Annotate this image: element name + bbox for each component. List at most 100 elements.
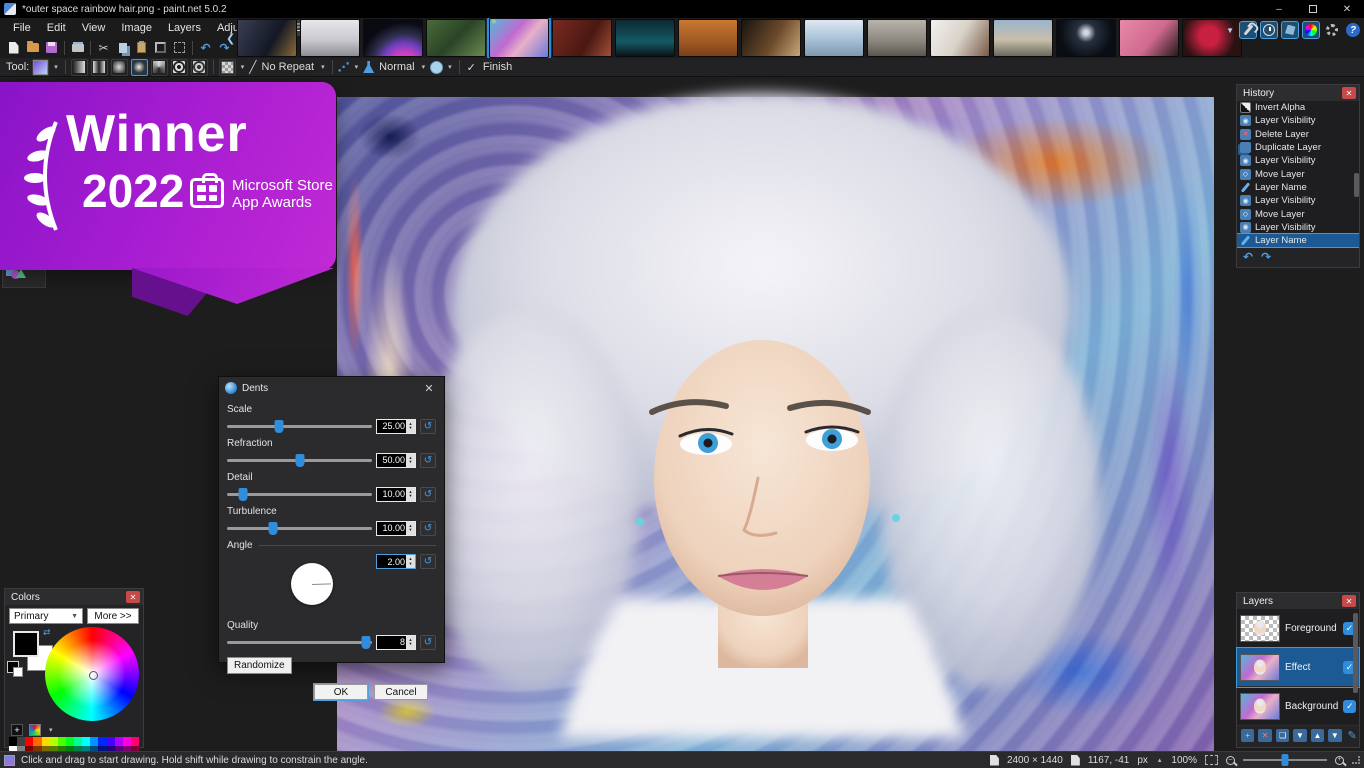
more-button[interactable]: More >> (87, 608, 139, 624)
zoom-to-window-icon[interactable] (1205, 755, 1218, 765)
deselect-button[interactable] (171, 39, 188, 56)
repeat-mode-value[interactable]: No Repeat (260, 61, 317, 73)
zoom-slider[interactable] (1243, 759, 1327, 761)
image-thumbnail[interactable] (867, 19, 927, 57)
history-item[interactable]: Layer Name (1237, 181, 1359, 194)
blend-dropdown-arrow[interactable]: ▾ (420, 63, 428, 71)
quality-reset-button[interactable]: ↺ (420, 635, 436, 650)
menu-edit[interactable]: Edit (40, 20, 73, 36)
refraction-spinner[interactable]: ▲▼ (406, 454, 415, 467)
layers-close-icon[interactable]: ✕ (1342, 595, 1356, 607)
undo-button[interactable]: ↶ (197, 39, 214, 56)
palette-swatch[interactable] (66, 737, 74, 746)
layers-scrollbar[interactable] (1353, 613, 1358, 693)
print-button[interactable] (69, 39, 86, 56)
minimize-button[interactable]: – (1262, 0, 1296, 18)
scale-spinner[interactable]: ▲▼ (406, 420, 415, 433)
history-redo-icon[interactable]: ↷ (1261, 250, 1271, 264)
scale-input[interactable]: 25.00▲▼ (376, 419, 416, 434)
help-button[interactable]: ? (1344, 21, 1362, 39)
palette-swatch[interactable] (107, 737, 115, 746)
resize-grip[interactable] (1352, 756, 1360, 764)
turbulence-slider-thumb[interactable] (269, 522, 278, 535)
units-dropdown[interactable]: px (1137, 755, 1148, 766)
dialog-close-icon[interactable]: ✕ (420, 382, 438, 395)
randomize-button[interactable]: Randomize (227, 657, 292, 674)
palette-swatch[interactable] (131, 737, 139, 746)
open-button[interactable] (24, 39, 41, 56)
layer-properties-button[interactable]: ✎ (1346, 729, 1359, 742)
gradient-spiral-ccw-button[interactable] (191, 59, 208, 76)
layer-visibility-checkbox[interactable]: ✓ (1343, 700, 1356, 713)
image-thumbnail[interactable] (1056, 19, 1116, 57)
dash-style-icon[interactable]: ⋰ (338, 61, 350, 73)
history-item[interactable]: Layer Visibility (1237, 154, 1359, 167)
image-thumbnail[interactable] (741, 19, 801, 57)
quality-input[interactable]: 8▲▼ (376, 635, 416, 650)
gradient-linear-button[interactable] (71, 59, 88, 76)
palette-swatch[interactable] (9, 737, 17, 746)
angle-dial[interactable] (291, 563, 333, 605)
image-thumbnail[interactable] (426, 19, 486, 57)
history-item[interactable]: Layer Visibility (1237, 194, 1359, 207)
palette-swatch[interactable] (82, 737, 90, 746)
palette-swatch[interactable] (50, 737, 58, 746)
image-thumbnail[interactable] (300, 19, 360, 57)
detail-input[interactable]: 10.00▲▼ (376, 487, 416, 502)
chevron-down-icon[interactable]: ▼ (1226, 26, 1234, 35)
zoom-in-icon[interactable]: + (1335, 756, 1344, 765)
image-thumbnail[interactable] (615, 19, 675, 57)
duplicate-layer-button[interactable]: ❏ (1276, 729, 1289, 742)
colors-toggle-button[interactable] (1302, 21, 1320, 39)
layers-toggle-button[interactable] (1281, 21, 1299, 39)
settings-button[interactable] (1323, 21, 1341, 39)
image-thumbnail[interactable] (930, 19, 990, 57)
history-item[interactable]: Layer Name (1237, 234, 1359, 247)
menu-file[interactable]: File (6, 20, 38, 36)
colors-close-icon[interactable]: ✕ (126, 591, 140, 603)
fill-style-button[interactable] (219, 59, 236, 76)
history-item[interactable]: Layer Visibility (1237, 221, 1359, 234)
turbulence-input[interactable]: 10.00▲▼ (376, 521, 416, 536)
layer-row[interactable]: Foreground ✓ (1237, 609, 1359, 648)
new-button[interactable] (5, 39, 22, 56)
palette-swatch[interactable] (25, 737, 33, 746)
refraction-slider-thumb[interactable] (295, 454, 304, 467)
palette-menu-button[interactable] (29, 724, 41, 736)
scroll-left-icon[interactable]: ❮ (226, 32, 234, 45)
merge-down-button[interactable]: ▼ (1293, 729, 1306, 742)
add-color-button[interactable]: + (11, 724, 23, 736)
tool-dropdown-arrow[interactable]: ▾ (52, 63, 60, 71)
palette-swatch[interactable] (74, 737, 82, 746)
ok-button[interactable]: OK (314, 684, 368, 700)
brush-dropdown-arrow[interactable]: ▾ (446, 63, 454, 71)
history-undo-icon[interactable]: ↶ (1243, 250, 1253, 264)
image-thumbnail[interactable] (678, 19, 738, 57)
history-item[interactable]: Layer Visibility (1237, 114, 1359, 127)
palette-swatch[interactable] (17, 737, 25, 746)
scale-slider-thumb[interactable] (275, 420, 284, 433)
dialog-titlebar[interactable]: Dents ✕ (219, 377, 444, 399)
move-layer-up-button[interactable]: ▲ (1311, 729, 1324, 742)
menu-image[interactable]: Image (114, 20, 159, 36)
gradient-conical-button[interactable] (151, 59, 168, 76)
color-mode-select[interactable]: Primary▼ (9, 608, 83, 624)
quality-spinner[interactable]: ▲▼ (406, 636, 415, 649)
detail-spinner[interactable]: ▲▼ (406, 488, 415, 501)
history-close-icon[interactable]: ✕ (1342, 87, 1356, 99)
angle-spinner[interactable]: ▲▼ (406, 555, 415, 568)
palette-swatch[interactable] (33, 737, 41, 746)
gradient-mirror-button[interactable] (91, 59, 108, 76)
image-thumbnail[interactable] (237, 19, 297, 57)
zoom-slider-thumb[interactable] (1282, 754, 1289, 766)
swap-colors-icon[interactable]: ⇄ (43, 627, 51, 638)
scale-slider[interactable] (227, 425, 372, 428)
palette-swatch[interactable] (90, 737, 98, 746)
history-item[interactable]: Duplicate Layer (1237, 141, 1359, 154)
image-thumbnail[interactable] (804, 19, 864, 57)
palette-swatch[interactable] (115, 737, 123, 746)
menu-layers[interactable]: Layers (161, 20, 208, 36)
primary-color-swatch[interactable] (13, 631, 39, 657)
color-wheel-selector[interactable] (89, 671, 98, 680)
palette-dropdown-arrow[interactable]: ▾ (47, 726, 55, 734)
